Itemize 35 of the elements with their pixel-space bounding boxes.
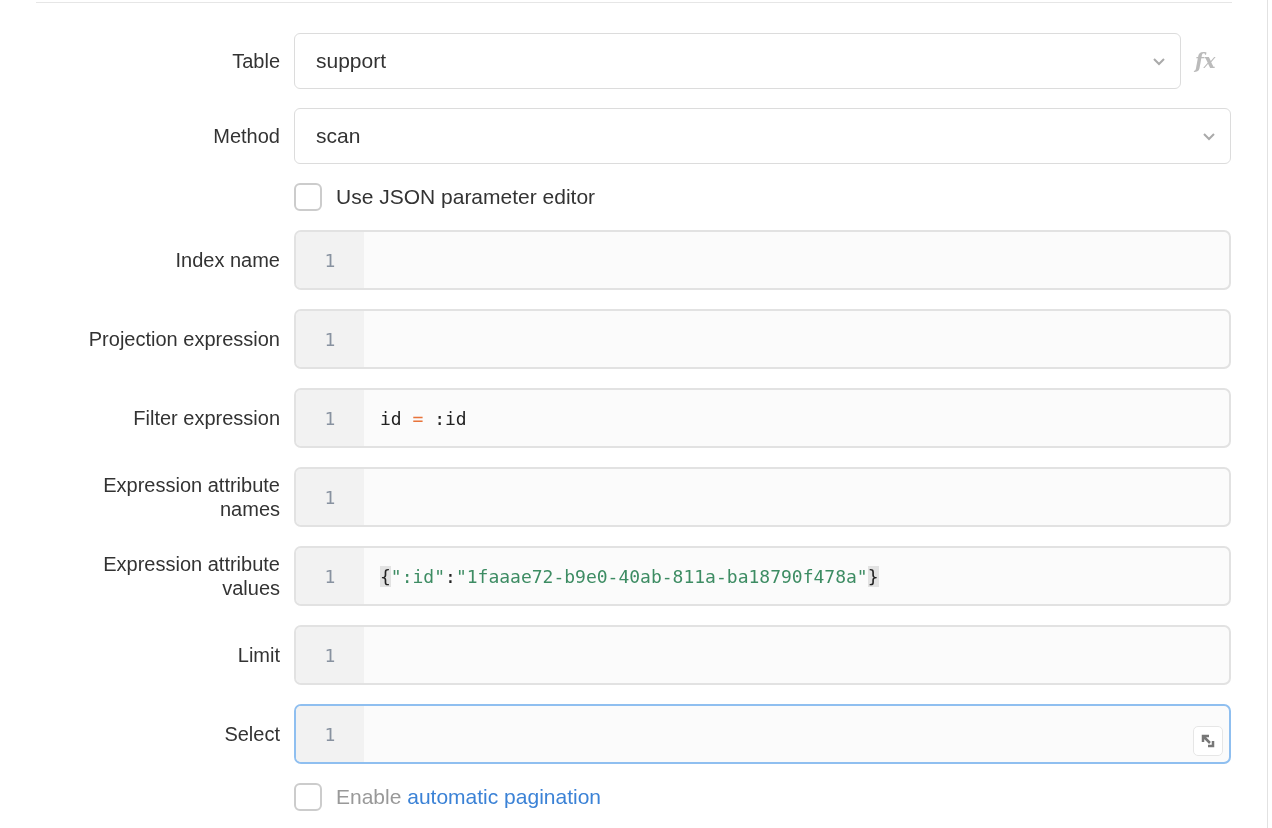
code-editor[interactable]: 1 — [294, 625, 1231, 685]
formula-button[interactable]: fx — [1195, 49, 1231, 73]
field-label: Expression attribute names — [102, 473, 280, 521]
line-number: 1 — [296, 390, 364, 446]
line-number: 1 — [296, 469, 364, 525]
line-number: 1 — [296, 706, 364, 762]
field-label: Table — [232, 49, 280, 73]
chevron-down-icon — [1202, 131, 1216, 141]
field-label: Projection expression — [88, 327, 280, 351]
chevron-down-icon — [1152, 56, 1166, 66]
line-number: 1 — [296, 311, 364, 367]
line-number: 1 — [296, 232, 364, 288]
field-label: Filter expression — [133, 406, 280, 430]
code-editor[interactable]: 1 id = :id — [294, 388, 1231, 448]
checkbox-label: Enable automatic pagination — [336, 785, 602, 809]
arrow-corner-icon — [1200, 733, 1216, 749]
code-editor[interactable]: 1 — [294, 230, 1231, 290]
line-number: 1 — [296, 548, 364, 604]
code-line: {":id":"1faaae72-b9e0-40ab-811a-ba18790f478a"} — [379, 564, 879, 589]
code-line: id = :id — [379, 406, 467, 431]
field-label: Select — [224, 722, 280, 746]
field-label: Index name — [175, 248, 280, 272]
code-editor[interactable]: 1 — [294, 467, 1231, 527]
line-number: 1 — [296, 627, 364, 683]
code-editor[interactable]: 1 — [294, 704, 1231, 764]
select-dropdown[interactable]: support — [294, 33, 1181, 89]
code-editor[interactable]: 1 {":id":"1faaae72-b9e0-40ab-811a-ba18790f478a"} — [294, 546, 1231, 606]
checkbox[interactable] — [294, 183, 322, 211]
select-dropdown[interactable]: scan — [294, 108, 1231, 164]
code-editor[interactable]: 1 — [294, 309, 1231, 369]
field-label: Limit — [237, 643, 280, 667]
expand-button[interactable] — [1193, 726, 1223, 756]
checkbox-label: Use JSON parameter editor — [336, 185, 596, 209]
field-label: Expression attribute values — [102, 552, 280, 600]
field-label: Method — [213, 124, 280, 148]
